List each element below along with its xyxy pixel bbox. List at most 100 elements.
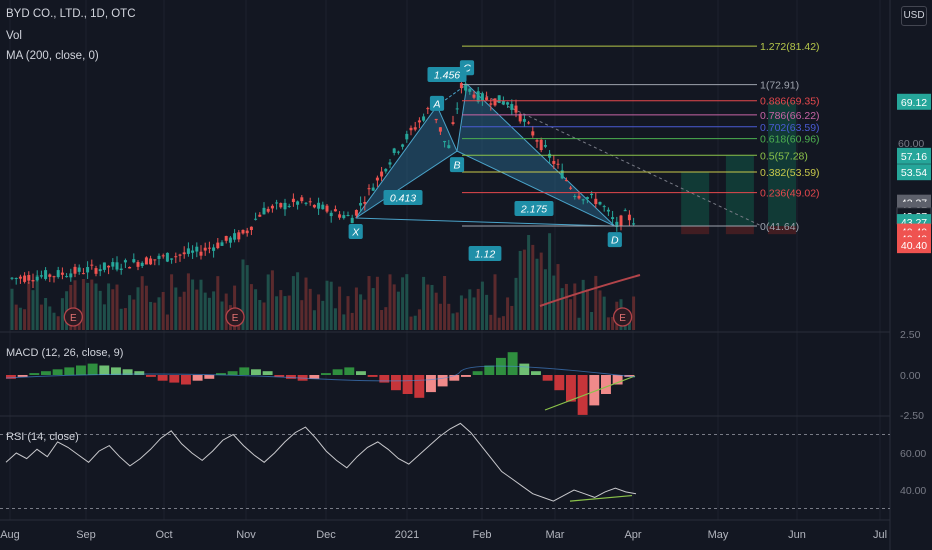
- volume-bar: [363, 299, 367, 330]
- macd-histogram-bar: [414, 375, 425, 398]
- candle-body: [31, 280, 35, 282]
- volume-bar: [438, 303, 442, 330]
- candle-body: [535, 140, 539, 142]
- macd-histogram-bar: [262, 371, 273, 375]
- macd-histogram-bar: [472, 371, 483, 375]
- volume-bar: [573, 283, 577, 330]
- candle-body: [434, 118, 438, 121]
- volume-bar: [182, 291, 186, 330]
- fib-level-label: 0.618(60.96): [760, 134, 820, 146]
- candle-body: [623, 210, 627, 212]
- candle-body: [23, 275, 27, 282]
- volume-bar: [472, 297, 476, 330]
- volume-bar: [350, 312, 354, 330]
- macd-histogram-bar: [531, 371, 541, 375]
- volume-bar: [270, 270, 274, 330]
- volume-bar: [207, 297, 211, 330]
- candle-body: [619, 215, 623, 227]
- earnings-marker-label: E: [619, 313, 626, 324]
- pattern-point-A: A: [432, 98, 440, 110]
- volume-bar: [220, 301, 224, 330]
- volume-bar: [451, 313, 455, 330]
- macd-histogram-bar: [391, 375, 401, 391]
- volume-bar: [434, 292, 438, 330]
- macd-histogram-bar: [227, 371, 238, 375]
- ma-legend: MA (200, close, 0): [6, 50, 99, 62]
- candle-body: [569, 187, 573, 189]
- candle-body: [249, 226, 253, 231]
- candle-body: [468, 88, 472, 92]
- volume-bar: [279, 290, 283, 330]
- candle-body: [203, 247, 207, 251]
- volume-bar: [266, 274, 270, 330]
- volume-bar: [527, 235, 531, 330]
- volume-bar: [392, 284, 396, 330]
- volume-bar: [329, 281, 333, 330]
- candle-body: [69, 273, 73, 278]
- volume-bar: [543, 269, 547, 330]
- volume-bar: [594, 275, 598, 330]
- candle-body: [300, 197, 304, 202]
- volume-bar: [518, 250, 522, 330]
- candle-body: [161, 255, 165, 257]
- currency-button[interactable]: USD: [901, 6, 927, 26]
- macd-histogram-bar: [87, 363, 98, 375]
- candle-body: [333, 209, 337, 212]
- candle-body: [552, 161, 556, 164]
- macd-histogram-bar: [367, 375, 378, 377]
- volume-bar: [443, 275, 447, 330]
- volume-bar: [375, 276, 379, 330]
- earnings-marker-label: E: [232, 313, 239, 324]
- time-tick-label: May: [708, 529, 729, 541]
- pattern-point-B: B: [453, 160, 460, 172]
- macd-histogram-bar: [239, 367, 250, 375]
- volume-bar: [254, 289, 258, 330]
- volume-bar: [489, 314, 493, 330]
- volume-bar: [556, 264, 560, 330]
- price-badge-label: 40.40: [901, 240, 927, 252]
- candle-body: [56, 270, 60, 278]
- volume-bar: [480, 281, 484, 330]
- rsi-tick-label: 60.00: [900, 448, 926, 460]
- time-tick-label: Jul: [873, 529, 887, 541]
- volume-bar: [367, 276, 371, 330]
- candle-body: [606, 209, 610, 212]
- volume-bar: [409, 316, 413, 330]
- volume-bar: [178, 296, 182, 330]
- time-tick-label: Mar: [546, 529, 565, 541]
- candle-body: [594, 198, 598, 205]
- volume-bar: [598, 290, 602, 330]
- volume-bar: [560, 288, 564, 330]
- candle-body: [44, 270, 48, 279]
- candle-body: [317, 202, 321, 209]
- volume-bar: [405, 274, 409, 330]
- volume-bar: [195, 289, 199, 330]
- tradingview-chart[interactable]: 1.272(81.42) 1(72.91) 0.886(69.35) 0.786(66…: [0, 0, 932, 550]
- candle-body: [531, 131, 535, 136]
- time-tick-label: Jun: [788, 529, 806, 541]
- volume-bar: [291, 276, 295, 330]
- candle-body: [338, 214, 342, 218]
- volume-bar: [283, 296, 287, 330]
- volume-bar: [564, 283, 568, 330]
- candle-body: [111, 262, 115, 267]
- candle-body: [455, 108, 459, 110]
- volume-bar: [161, 291, 165, 330]
- macd-histogram-bar: [251, 369, 261, 375]
- volume-bar: [312, 310, 316, 330]
- time-tick-label: 2021: [395, 529, 419, 541]
- volume-bar: [459, 295, 463, 330]
- price-badge-label: 69.12: [901, 97, 927, 109]
- volume-bar: [149, 301, 153, 330]
- earnings-marker-label: E: [70, 313, 77, 324]
- volume-bar: [23, 309, 27, 330]
- candle-body: [140, 262, 144, 267]
- candle-body: [514, 105, 518, 113]
- volume-bar: [476, 288, 480, 330]
- macd-histogram-bar: [204, 375, 215, 379]
- volume-bar: [422, 276, 426, 330]
- volume-bar: [258, 300, 262, 330]
- candle-body: [153, 259, 157, 261]
- candle-body: [119, 268, 123, 270]
- volume-bar: [56, 316, 60, 330]
